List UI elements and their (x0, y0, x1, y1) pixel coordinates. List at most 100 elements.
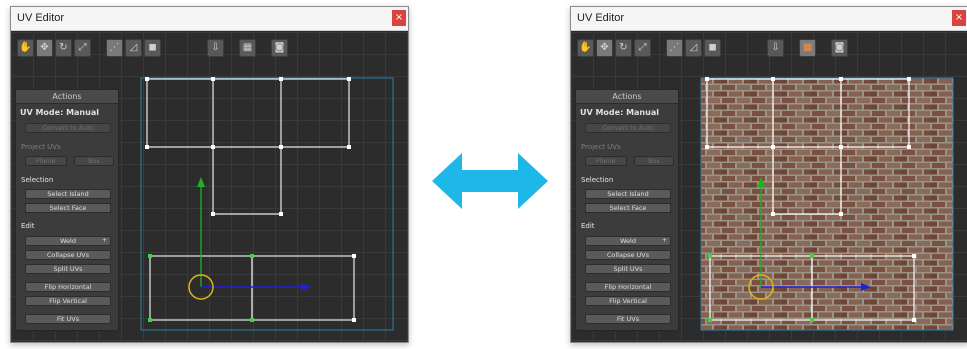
uv-vertex (211, 77, 215, 81)
uv-mode-label: UV Mode: Manual (580, 108, 659, 117)
selected-vertex (148, 254, 152, 258)
edge-select-icon[interactable]: ◿ (125, 39, 142, 57)
screenshot-icon[interactable]: ◙ (271, 39, 288, 57)
select-face-button[interactable]: Select Face (585, 203, 671, 213)
uv-mode-label: UV Mode: Manual (20, 108, 99, 117)
texture-bounds (140, 77, 394, 331)
box-button[interactable]: Box (74, 156, 114, 166)
uv-vertex (211, 145, 215, 149)
planar-button[interactable]: Planar (25, 156, 67, 166)
flip-vertical-button[interactable]: Flip Vertical (25, 296, 111, 306)
gizmo-x-arrowhead (301, 283, 311, 291)
actions-panel-header: Actions (576, 90, 678, 104)
flip-horizontal-button[interactable]: Flip Horizontal (585, 282, 671, 292)
uv-vertex (912, 318, 916, 322)
weld-label: Weld (620, 237, 636, 245)
project-uvs-label: Project UVs (21, 143, 61, 151)
box-button[interactable]: Box (634, 156, 674, 166)
weld-dropdown[interactable]: Weld + (25, 236, 111, 246)
edit-label: Edit (581, 222, 595, 230)
weld-dropdown[interactable]: Weld + (585, 236, 671, 246)
face-select-icon[interactable]: ◼ (144, 39, 161, 57)
scale-icon[interactable]: ⤢ (74, 39, 91, 57)
split-uvs-button[interactable]: Split UVs (25, 264, 111, 274)
uv-vertex (211, 212, 215, 216)
texture-preview-icon[interactable]: ▦ (799, 39, 816, 57)
uv-export-icon[interactable]: ⇩ (767, 39, 784, 57)
weld-caret: + (101, 237, 107, 244)
uv-vertices[interactable] (145, 77, 356, 322)
uv-editor-window-right: UV Editor × ✋ ✥ ↻ ⤢ ⋰ ◿ ◼ ⇩ ▦ ◙ Actions … (570, 6, 967, 343)
move-icon[interactable]: ✥ (36, 39, 53, 57)
selected-vertex (810, 318, 814, 322)
vertex-select-icon[interactable]: ⋰ (106, 39, 123, 57)
uv-vertex (279, 77, 283, 81)
uv-vertex (839, 145, 843, 149)
uv-island-bottom[interactable] (149, 255, 355, 321)
collapse-uvs-button[interactable]: Collapse UVs (25, 250, 111, 260)
texture-preview-icon[interactable]: ▦ (239, 39, 256, 57)
uv-vertex (347, 145, 351, 149)
window-title: UV Editor (577, 12, 625, 24)
select-island-button[interactable]: Select Island (25, 189, 111, 199)
uv-vertex (279, 212, 283, 216)
close-button[interactable]: × (952, 10, 966, 26)
selected-vertex (810, 254, 814, 258)
fit-uvs-button[interactable]: Fit UVs (585, 314, 671, 324)
selection-label: Selection (21, 176, 54, 184)
flip-vertical-button[interactable]: Flip Vertical (585, 296, 671, 306)
fit-uvs-button[interactable]: Fit UVs (25, 314, 111, 324)
select-face-button[interactable]: Select Face (25, 203, 111, 213)
screenshot-icon[interactable]: ◙ (831, 39, 848, 57)
hand-icon[interactable]: ✋ (577, 39, 594, 57)
uv-vertex (705, 145, 709, 149)
window-title: UV Editor (17, 12, 65, 24)
collapse-uvs-button[interactable]: Collapse UVs (585, 250, 671, 260)
uv-vertex (347, 77, 351, 81)
uv-export-icon[interactable]: ⇩ (207, 39, 224, 57)
selected-vertex (708, 318, 712, 322)
uv-vertex (279, 145, 283, 149)
select-island-button[interactable]: Select Island (585, 189, 671, 199)
move-icon[interactable]: ✥ (596, 39, 613, 57)
selected-vertex (250, 254, 254, 258)
split-uvs-button[interactable]: Split UVs (585, 264, 671, 274)
convert-to-auto-button[interactable]: Convert to Auto (585, 123, 671, 133)
hand-icon[interactable]: ✋ (17, 39, 34, 57)
selected-vertex (148, 318, 152, 322)
before-after-arrow (432, 153, 548, 213)
rotate-icon[interactable]: ↻ (55, 39, 72, 57)
edit-label: Edit (21, 222, 35, 230)
close-button[interactable]: × (392, 10, 406, 26)
flip-horizontal-button[interactable]: Flip Horizontal (25, 282, 111, 292)
actions-panel: Actions UV Mode: Manual Convert to Auto … (575, 89, 679, 331)
uv-island-top[interactable] (146, 78, 350, 215)
convert-to-auto-button[interactable]: Convert to Auto (25, 123, 111, 133)
uv-vertex (907, 77, 911, 81)
vertex-select-icon[interactable]: ⋰ (666, 39, 683, 57)
uv-vertex (771, 212, 775, 216)
transform-gizmo[interactable] (188, 177, 311, 300)
actions-panel: Actions UV Mode: Manual Convert to Auto … (15, 89, 119, 331)
scale-icon[interactable]: ⤢ (634, 39, 651, 57)
uv-vertex (771, 145, 775, 149)
uv-vertex (839, 77, 843, 81)
planar-button[interactable]: Planar (585, 156, 627, 166)
uv-vertex (352, 318, 356, 322)
actions-panel-header: Actions (16, 90, 118, 104)
uv-canvas[interactable]: ✋ ✥ ↻ ⤢ ⋰ ◿ ◼ ⇩ ▦ ◙ Actions UV Mode: Man… (11, 32, 408, 342)
edge-select-icon[interactable]: ◿ (685, 39, 702, 57)
face-select-icon[interactable]: ◼ (704, 39, 721, 57)
uv-canvas[interactable]: ✋ ✥ ↻ ⤢ ⋰ ◿ ◼ ⇩ ▦ ◙ Actions UV Mode: Man… (571, 32, 967, 342)
uv-vertex (705, 77, 709, 81)
project-uvs-label: Project UVs (581, 143, 621, 151)
selected-vertex (708, 254, 712, 258)
gizmo-y-arrowhead (197, 177, 205, 187)
uv-vertex (145, 77, 149, 81)
uv-vertex (771, 77, 775, 81)
window-titlebar[interactable]: UV Editor × (11, 7, 408, 31)
uv-vertex (907, 145, 911, 149)
window-titlebar[interactable]: UV Editor × (571, 7, 967, 31)
rotate-icon[interactable]: ↻ (615, 39, 632, 57)
uv-vertex (839, 212, 843, 216)
